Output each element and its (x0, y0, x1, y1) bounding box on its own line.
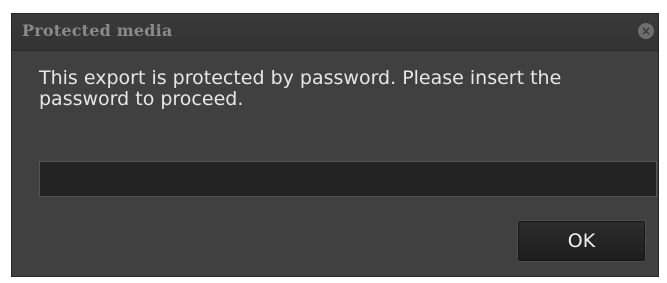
ok-button[interactable]: OK (517, 220, 646, 262)
dialog-message: This export is protected by password. Pl… (39, 67, 562, 110)
protected-media-dialog: Protected media × This export is protect… (11, 13, 659, 277)
dialog-title: Protected media (22, 21, 173, 40)
dialog-titlebar[interactable]: Protected media × (12, 14, 658, 51)
close-icon[interactable]: × (638, 23, 654, 39)
dialog-content: This export is protected by password. Pl… (12, 51, 658, 276)
password-input[interactable] (39, 161, 657, 197)
